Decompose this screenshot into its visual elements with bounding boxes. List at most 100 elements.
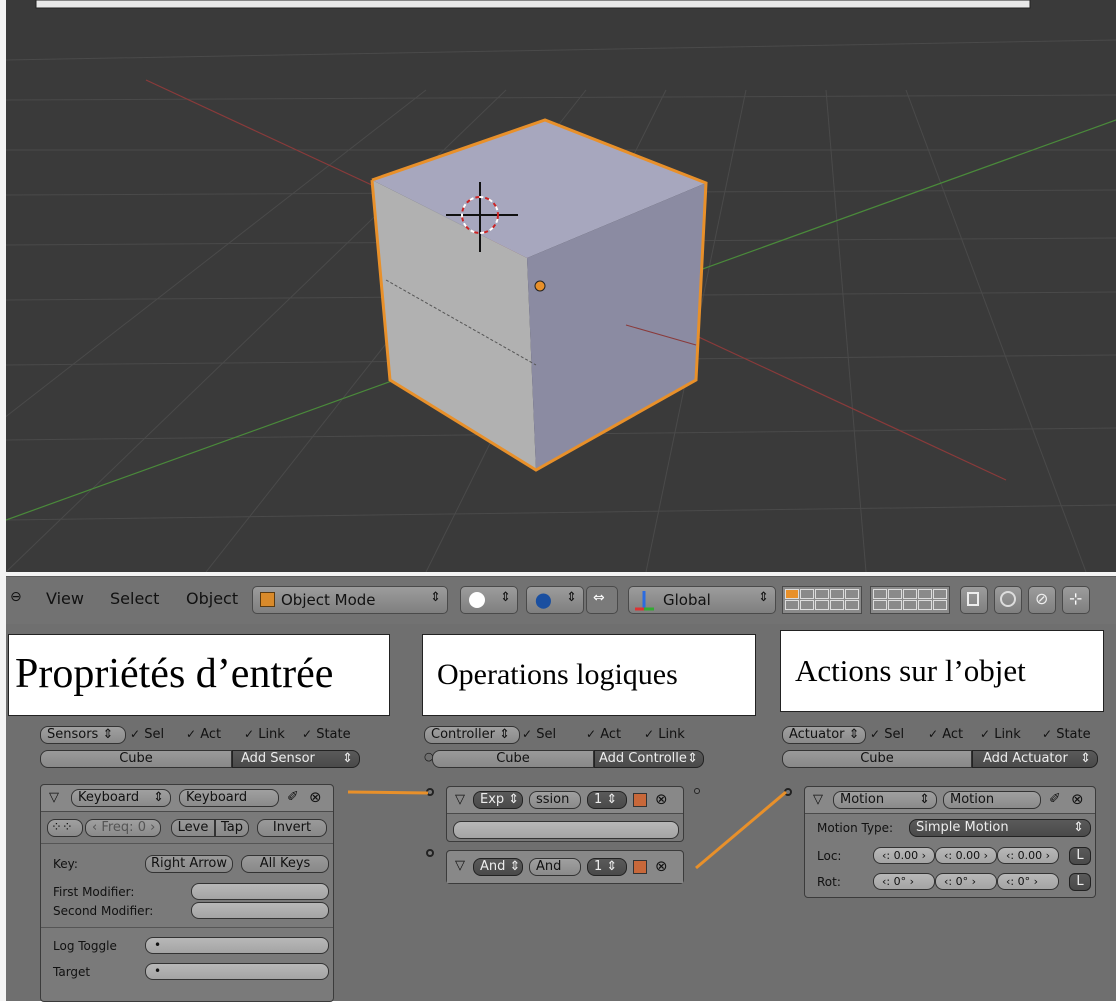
3d-viewport[interactable] xyxy=(6,0,1116,572)
actuator-type-dropdown[interactable]: Motion ⇕ xyxy=(833,791,937,809)
viewport-shading-select[interactable]: ⇕ xyxy=(460,586,518,614)
cube-icon xyxy=(260,592,275,607)
controller-actuator-link xyxy=(695,790,787,870)
menu-view[interactable]: View xyxy=(46,589,84,608)
sensor-name-field[interactable]: Keyboard xyxy=(179,789,279,807)
rot-x-value: 0° xyxy=(893,875,907,888)
loc-local-toggle[interactable]: L xyxy=(1069,847,1091,865)
sensor-flag-link[interactable]: ✓ Link xyxy=(244,727,285,742)
object-origin-icon[interactable] xyxy=(534,280,546,292)
collapse-icon[interactable]: ▽ xyxy=(49,790,59,805)
controller-type-dropdown[interactable]: Exp ⇕ xyxy=(473,791,523,809)
actuator-name-field[interactable]: Motion xyxy=(943,791,1041,809)
collapse-icon[interactable]: ▽ xyxy=(455,792,465,807)
expression-field[interactable] xyxy=(453,821,679,839)
add-controller-button[interactable]: Add Controlle ⇕ xyxy=(594,750,704,768)
menu-select[interactable]: Select xyxy=(110,589,159,608)
controller-flag-sel[interactable]: ✓ Sel xyxy=(522,727,556,742)
controller-input-socket[interactable] xyxy=(426,849,434,857)
level-button[interactable]: Leve xyxy=(171,819,215,837)
actuator-flag-link[interactable]: ✓ Link xyxy=(980,727,1021,742)
controller-flag-act[interactable]: ✓ Act xyxy=(586,727,621,742)
key-label: Key: xyxy=(53,857,78,871)
orientation-select[interactable]: Global ⇕ xyxy=(628,586,776,614)
first-modifier-label: First Modifier: xyxy=(53,885,135,899)
controller-name-field[interactable]: ssion xyxy=(529,791,581,809)
controller-state-dropdown[interactable]: 1 ⇕ xyxy=(587,858,627,876)
rot-local-toggle[interactable]: L xyxy=(1069,873,1091,891)
log-toggle-field[interactable]: • xyxy=(145,937,329,954)
sensor-flag-state[interactable]: ✓ State xyxy=(302,727,351,742)
invert-button[interactable]: Invert xyxy=(257,819,327,837)
actuator-input-socket[interactable] xyxy=(784,788,792,796)
controller-type-dropdown[interactable]: And ⇕ xyxy=(473,858,523,876)
controller-state-dropdown[interactable]: 1 ⇕ xyxy=(587,791,627,809)
lock-icon[interactable] xyxy=(960,586,988,614)
target-field[interactable]: • xyxy=(145,963,329,980)
mode-select[interactable]: Object Mode ⇕ xyxy=(252,586,448,614)
layers-grid-icon[interactable] xyxy=(782,586,862,614)
motion-type-dropdown[interactable]: Simple Motion ⇕ xyxy=(909,819,1091,837)
flag-label: State xyxy=(316,727,351,742)
rot-z-field[interactable]: ‹: 0° › xyxy=(997,873,1059,890)
add-actuator-button[interactable]: Add Actuator ⇕ xyxy=(972,750,1098,768)
controller-flag-link[interactable]: ✓ Link xyxy=(644,727,685,742)
priority-icon[interactable] xyxy=(633,793,647,807)
loc-x-value: 0.00 xyxy=(893,849,919,862)
sensor-object-button[interactable]: Cube xyxy=(40,750,232,768)
controllers-dropdown[interactable]: Controller ⇕ xyxy=(424,726,520,744)
rot-y-field[interactable]: ‹: 0° › xyxy=(935,873,997,890)
key-select-button[interactable]: Right Arrow xyxy=(145,855,233,873)
sensor-type-dropdown[interactable]: Keyboard ⇕ xyxy=(71,789,171,807)
close-icon[interactable]: ⊗ xyxy=(655,790,668,808)
add-sensor-button[interactable]: Add Sensor ⇕ xyxy=(232,750,360,768)
loc-x-field[interactable]: ‹: 0.00 › xyxy=(873,847,935,864)
sensor-flag-act[interactable]: ✓ Act xyxy=(186,727,221,742)
all-keys-toggle[interactable]: All Keys xyxy=(241,855,329,873)
collapse-icon[interactable]: ▽ xyxy=(455,858,465,873)
circle-icon[interactable]: ⊖ xyxy=(10,589,22,605)
actuator-object-button[interactable]: Cube xyxy=(782,750,972,768)
second-modifier-field[interactable] xyxy=(191,902,329,919)
close-icon[interactable]: ⊗ xyxy=(1071,790,1084,808)
snap-target-icon[interactable]: ⊹ xyxy=(1062,586,1090,614)
sensor-flag-sel[interactable]: ✓ Sel xyxy=(130,727,164,742)
collapse-icon[interactable]: ▽ xyxy=(813,792,823,807)
controller-input-socket[interactable] xyxy=(426,788,434,796)
loc-y-field[interactable]: ‹: 0.00 › xyxy=(935,847,997,864)
loc-z-field[interactable]: ‹: 0.00 › xyxy=(997,847,1059,864)
tap-button[interactable]: Tap xyxy=(215,819,249,837)
menu-object[interactable]: Object xyxy=(186,589,238,608)
controller-object-button[interactable]: Cube xyxy=(432,750,594,768)
pin-icon[interactable]: ✐ xyxy=(287,789,299,805)
pulse-mode-buttons[interactable]: ⁘⁘ xyxy=(47,819,83,837)
actuator-flag-act[interactable]: ✓ Act xyxy=(928,727,963,742)
first-modifier-field[interactable] xyxy=(191,883,329,900)
actuators-dropdown[interactable]: Actuator ⇕ xyxy=(782,726,866,744)
add-sensor-label: Add Sensor xyxy=(241,751,315,766)
actuator-type-label: Motion xyxy=(840,792,885,807)
proportional-icon[interactable] xyxy=(994,586,1022,614)
divider xyxy=(41,927,333,928)
actuators-dropdown-label: Actuator xyxy=(789,727,845,742)
close-icon[interactable]: ⊗ xyxy=(655,857,668,875)
layers-grid-icon[interactable] xyxy=(870,586,950,614)
controller-name-field[interactable]: And xyxy=(529,858,581,876)
sensors-dropdown-label: Sensors xyxy=(47,727,99,742)
updown-icon: ⇕ xyxy=(430,590,441,605)
controller-type-label: Exp xyxy=(480,792,505,807)
actuator-flag-state[interactable]: ✓ State xyxy=(1042,727,1091,742)
close-icon[interactable]: ⊗ xyxy=(309,788,322,806)
sensors-annotation: Propriétés d’entrée xyxy=(8,634,390,716)
freq-field[interactable]: ‹ Freq: 0 › xyxy=(85,819,161,837)
sensors-dropdown[interactable]: Sensors ⇕ xyxy=(40,726,126,744)
controller-output-socket[interactable] xyxy=(694,788,700,794)
rot-x-field[interactable]: ‹: 0° › xyxy=(873,873,935,890)
pin-icon[interactable]: ✐ xyxy=(1049,791,1061,807)
actuator-flag-sel[interactable]: ✓ Sel xyxy=(870,727,904,742)
snap-icon[interactable]: ⊘ xyxy=(1028,586,1056,614)
pivot-point-select[interactable]: ⬤ ⇕ xyxy=(526,586,584,614)
flag-label: Act xyxy=(942,727,964,742)
manipulator-toggle[interactable]: ⇔ xyxy=(586,586,618,614)
priority-icon[interactable] xyxy=(633,860,647,874)
